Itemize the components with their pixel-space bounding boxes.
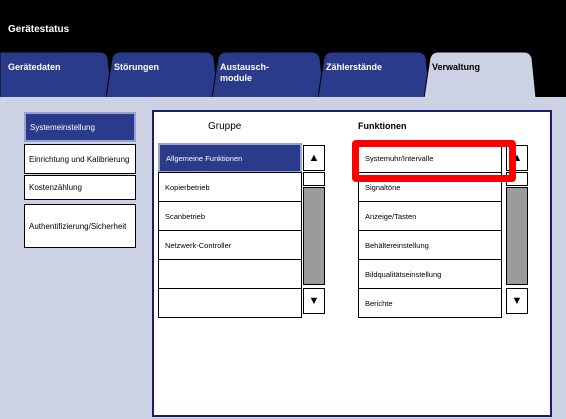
function-item-behaeltereinstellung[interactable]: Behältereinstellung	[358, 230, 502, 260]
tab-label: Störungen	[114, 62, 159, 72]
function-column-header: Funktionen	[358, 121, 407, 131]
group-item-empty[interactable]	[158, 288, 302, 318]
list-item-label: Signaltöne	[365, 182, 401, 192]
function-item-bildqualitaet[interactable]: Bildqualitätseinstellung	[358, 259, 502, 289]
sidebar-item-label: Systemeinstellung	[30, 122, 95, 132]
sidebar-item-label: Einrichtung und Kalibrierung	[29, 154, 130, 164]
list-item-label: Kopierbetrieb	[165, 182, 210, 192]
sidebar-item-einrichtung[interactable]: Einrichtung und Kalibrierung	[24, 144, 136, 174]
list-item-label: Netzwerk-Controller	[165, 240, 232, 250]
group-item-netzwerk-controller[interactable]: Netzwerk-Controller	[158, 230, 302, 260]
highlight-annotation	[352, 140, 516, 182]
tab-label: Gerätedaten	[8, 62, 61, 72]
group-item-empty[interactable]	[158, 259, 302, 289]
function-scrollbar-thumb[interactable]	[506, 187, 528, 285]
tab-geraetedaten[interactable]: Gerätedaten	[0, 52, 112, 98]
function-item-anzeige-tasten[interactable]: Anzeige/Tasten	[358, 201, 502, 231]
tab-verwaltung[interactable]: Verwaltung	[424, 52, 536, 98]
tab-label: Zählerstände	[326, 62, 383, 72]
group-column-header: Gruppe	[208, 121, 242, 132]
list-item-label: Behältereinstellung	[365, 240, 429, 250]
sidebar-item-label: Authentifizierung/Sicherheit	[29, 221, 127, 231]
tab-austauschmodule[interactable]: Austausch- module	[212, 52, 324, 98]
tab-shape	[424, 52, 536, 98]
tab-shape	[318, 52, 430, 98]
app-title: Gerätestatus	[8, 24, 70, 35]
function-item-berichte[interactable]: Berichte	[358, 288, 502, 318]
group-item-kopierbetrieb[interactable]: Kopierbetrieb	[158, 172, 302, 202]
sidebar-item-authentifizierung[interactable]: Authentifizierung/Sicherheit	[24, 204, 136, 248]
function-scroll-down-button[interactable]: ▼	[506, 288, 528, 314]
arrow-down-icon: ▼	[511, 295, 523, 307]
arrow-up-icon: ▲	[308, 152, 320, 164]
tab-shape	[0, 52, 112, 98]
tab-label: Verwaltung	[432, 62, 481, 72]
group-scroll-up-button[interactable]: ▲	[303, 145, 325, 171]
list-item-label: Berichte	[365, 298, 393, 308]
list-item-label: Bildqualitätseinstellung	[365, 269, 442, 279]
scrollbar-gap	[303, 172, 325, 186]
sidebar-item-kostenzaehlung[interactable]: Kostenzählung	[24, 175, 136, 200]
list-item-label: Allgemeine Funktionen	[166, 153, 243, 163]
group-scrollbar-thumb[interactable]	[303, 187, 325, 285]
group-item-allgemeine-funktionen[interactable]: Allgemeine Funktionen	[158, 143, 302, 173]
list-item-label: Anzeige/Tasten	[365, 211, 417, 221]
sidebar-item-label: Kostenzählung	[29, 183, 82, 192]
tab-shape	[106, 52, 218, 98]
arrow-down-icon: ▼	[308, 295, 320, 307]
group-scroll-down-button[interactable]: ▼	[303, 288, 325, 314]
tab-stoerungen[interactable]: Störungen	[106, 52, 218, 98]
group-item-scanbetrieb[interactable]: Scanbetrieb	[158, 201, 302, 231]
sidebar-item-systemeinstellung[interactable]: Systemeinstellung	[24, 112, 136, 142]
list-item-label: Scanbetrieb	[165, 211, 206, 221]
tab-zaehlerstaende[interactable]: Zählerstände	[318, 52, 430, 98]
